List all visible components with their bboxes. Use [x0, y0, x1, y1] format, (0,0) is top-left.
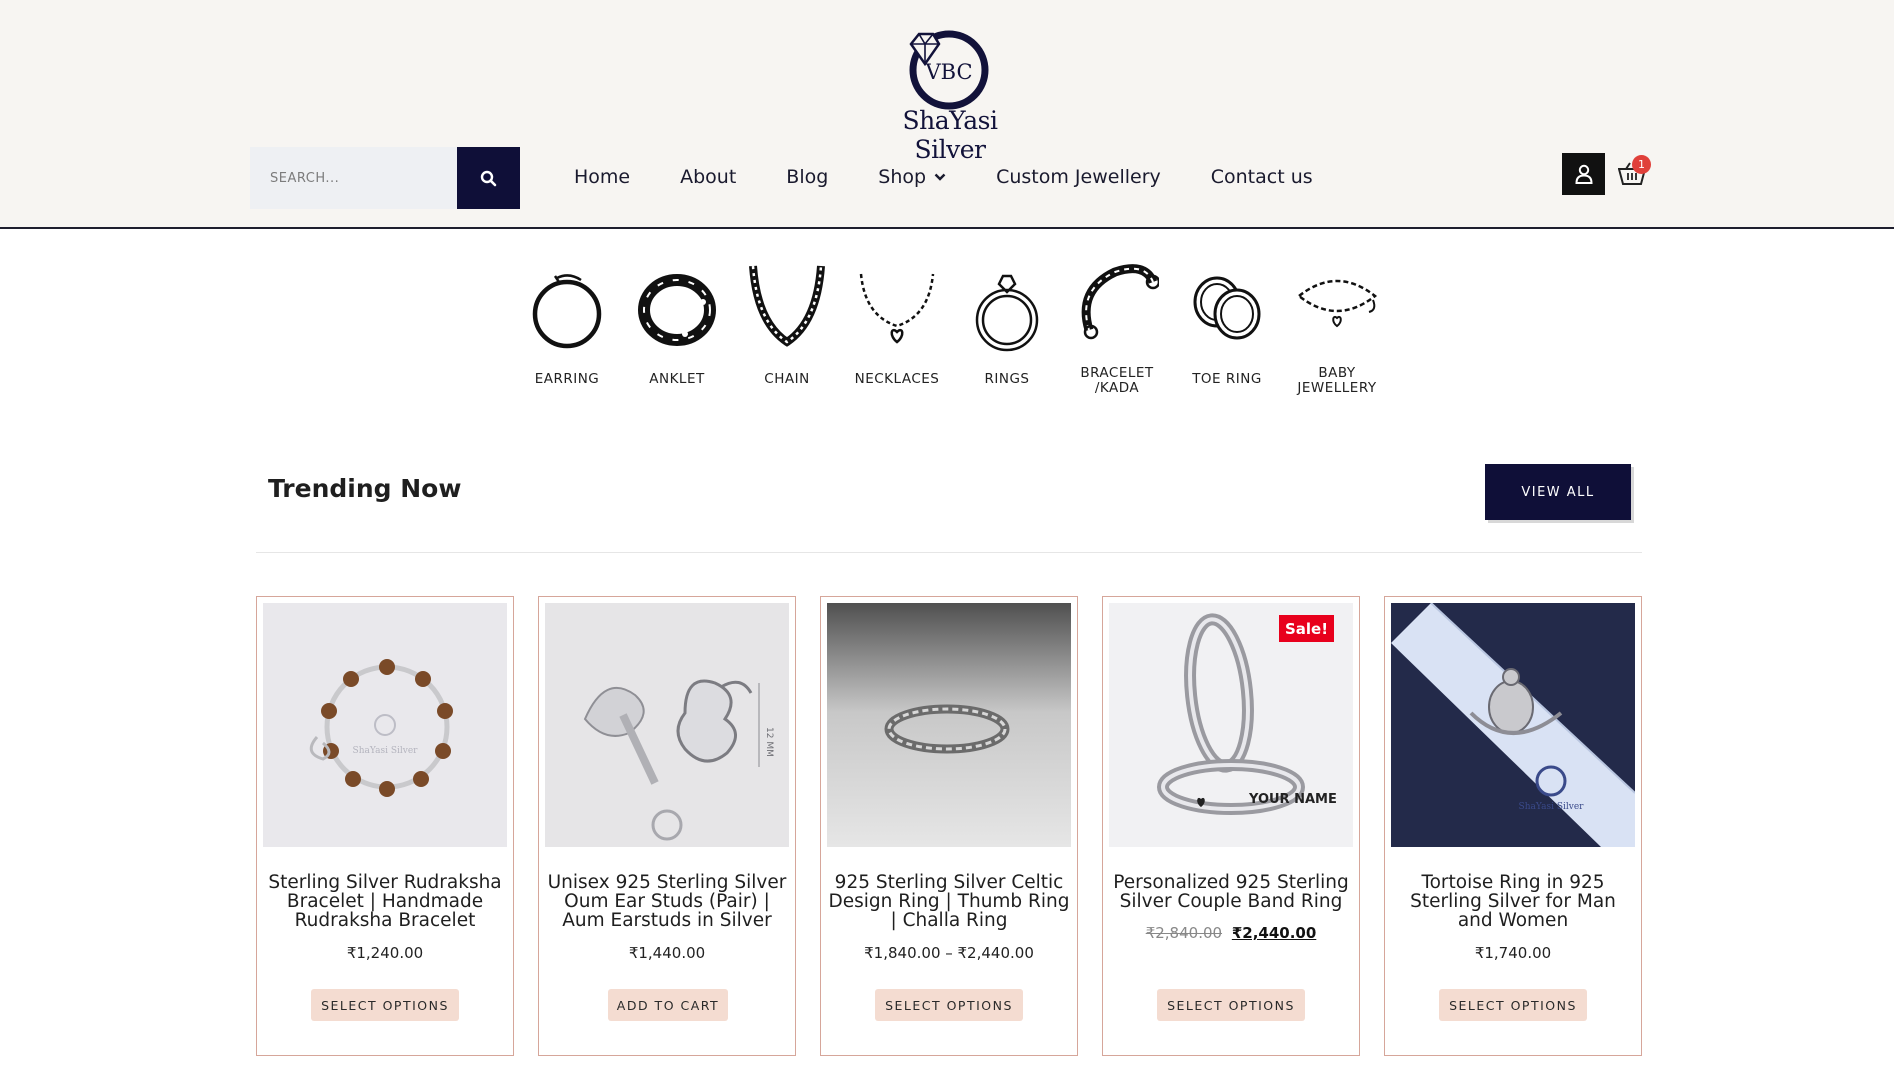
category-baby-jewellery[interactable]: BABY JEWELLERY [1282, 258, 1392, 398]
category-label: ANKLET [649, 371, 705, 387]
add-to-cart-button[interactable]: ADD TO CART [608, 989, 728, 1021]
category-chain[interactable]: CHAIN [732, 258, 842, 398]
category-bracelet-kada[interactable]: BRACELET /KADA [1062, 258, 1172, 398]
svg-text:ShaYasi Silver: ShaYasi Silver [353, 746, 419, 756]
nav-contact-us[interactable]: Contact us [1211, 166, 1313, 188]
select-options-button[interactable]: SELECT OPTIONS [875, 989, 1023, 1021]
category-label: RINGS [984, 371, 1030, 387]
product-card: 12 MM Unisex 925 Sterling Silver Oum Ear… [538, 596, 796, 1056]
original-price: ₹2,840.00 [1145, 924, 1223, 942]
sale-price: ₹2,440.00 [1231, 924, 1317, 942]
section-title: Trending Now [268, 474, 462, 503]
category-strip: EARRING ANKLET CHAIN NECKLACES RINGS BRA… [512, 258, 1382, 398]
nav-custom-jewellery[interactable]: Custom Jewellery [996, 166, 1161, 188]
svg-text:ShaYasi Silver: ShaYasi Silver [1519, 802, 1585, 812]
product-title[interactable]: Tortoise Ring in 925 Sterling Silver for… [1391, 873, 1635, 930]
product-grid: ShaYasi Silver Sterling Silver Rudraksha… [256, 596, 1646, 1056]
select-options-button[interactable]: SELECT OPTIONS [1439, 989, 1587, 1021]
product-image[interactable]: ShaYasi Silver [263, 603, 507, 847]
product-price: ₹1,240.00 [346, 944, 424, 962]
earring-icon [532, 274, 602, 349]
site-header: VBC ShaYasi Silver Home About Blog Shop … [0, 0, 1894, 229]
search-form [250, 147, 520, 209]
search-input[interactable] [250, 147, 457, 209]
product-image[interactable]: 12 MM [545, 603, 789, 847]
svg-text:12 MM: 12 MM [764, 727, 774, 757]
product-title[interactable]: 925 Sterling Silver Celtic Design Ring |… [827, 873, 1071, 930]
brand-name: ShaYasi Silver [902, 106, 998, 164]
bracelet-icon [1081, 264, 1159, 340]
product-price: ₹1,440.00 [628, 944, 706, 962]
select-options-button[interactable]: SELECT OPTIONS [1157, 989, 1305, 1021]
category-earring[interactable]: EARRING [512, 258, 622, 398]
view-all-button[interactable]: VIEW ALL [1485, 464, 1631, 520]
logo-mark-icon: VBC [909, 30, 989, 110]
category-label: NECKLACES [854, 371, 940, 387]
product-card: ShaYasi Silver Sterling Silver Rudraksha… [256, 596, 514, 1056]
product-card: YOUR NAME Sale! Personalized 925 Sterlin… [1102, 596, 1360, 1056]
sale-badge: Sale! [1279, 615, 1334, 642]
chevron-down-icon [934, 173, 946, 181]
search-button[interactable] [457, 147, 520, 209]
product-title[interactable]: Sterling Silver Rudraksha Bracelet | Han… [263, 873, 507, 930]
baby-jewellery-icon [1296, 279, 1378, 328]
account-button[interactable] [1562, 153, 1605, 195]
category-label: EARRING [534, 371, 600, 387]
nav-home[interactable]: Home [574, 166, 630, 188]
category-necklaces[interactable]: NECKLACES [842, 258, 952, 398]
cart-count-badge: 1 [1632, 155, 1651, 174]
product-title[interactable]: Unisex 925 Sterling Silver Oum Ear Studs… [545, 873, 789, 930]
svg-text:VBC: VBC [924, 60, 972, 84]
product-card: ShaYasi Silver Tortoise Ring in 925 Ster… [1384, 596, 1642, 1056]
chain-icon [749, 265, 825, 347]
ring-icon [975, 274, 1039, 352]
product-image[interactable] [827, 603, 1071, 847]
toe-ring-icon [1193, 276, 1261, 340]
site-logo[interactable]: VBC ShaYasi Silver [870, 24, 1030, 164]
category-toe-ring[interactable]: TOE RING [1172, 258, 1282, 398]
product-price: ₹2,840.00 ₹2,440.00 [1103, 924, 1359, 942]
section-divider [256, 552, 1642, 553]
main-nav: Home About Blog Shop Custom Jewellery Co… [574, 162, 1363, 192]
category-label: TOE RING [1192, 371, 1262, 387]
nav-about[interactable]: About [680, 166, 736, 188]
anklet-icon [638, 274, 716, 346]
product-card: 925 Sterling Silver Celtic Design Ring |… [820, 596, 1078, 1056]
category-label: BRACELET /KADA [1080, 365, 1154, 396]
product-price: ₹1,840.00 – ₹2,440.00 [864, 944, 1034, 962]
nav-shop[interactable]: Shop [878, 166, 946, 188]
search-icon [480, 170, 497, 186]
category-label: CHAIN [764, 371, 810, 387]
product-image[interactable]: ShaYasi Silver [1391, 603, 1635, 847]
nav-shop-label: Shop [878, 166, 927, 188]
category-rings[interactable]: RINGS [952, 258, 1062, 398]
category-label: BABY JEWELLERY [1297, 365, 1377, 396]
product-title[interactable]: Personalized 925 Sterling Silver Couple … [1109, 873, 1353, 911]
select-options-button[interactable]: SELECT OPTIONS [311, 989, 459, 1021]
user-icon [1574, 164, 1593, 184]
category-anklet[interactable]: ANKLET [622, 258, 732, 398]
svg-text:YOUR NAME: YOUR NAME [1248, 792, 1337, 807]
necklace-icon [859, 273, 935, 344]
nav-blog[interactable]: Blog [786, 166, 828, 188]
product-price: ₹1,740.00 [1474, 944, 1552, 962]
